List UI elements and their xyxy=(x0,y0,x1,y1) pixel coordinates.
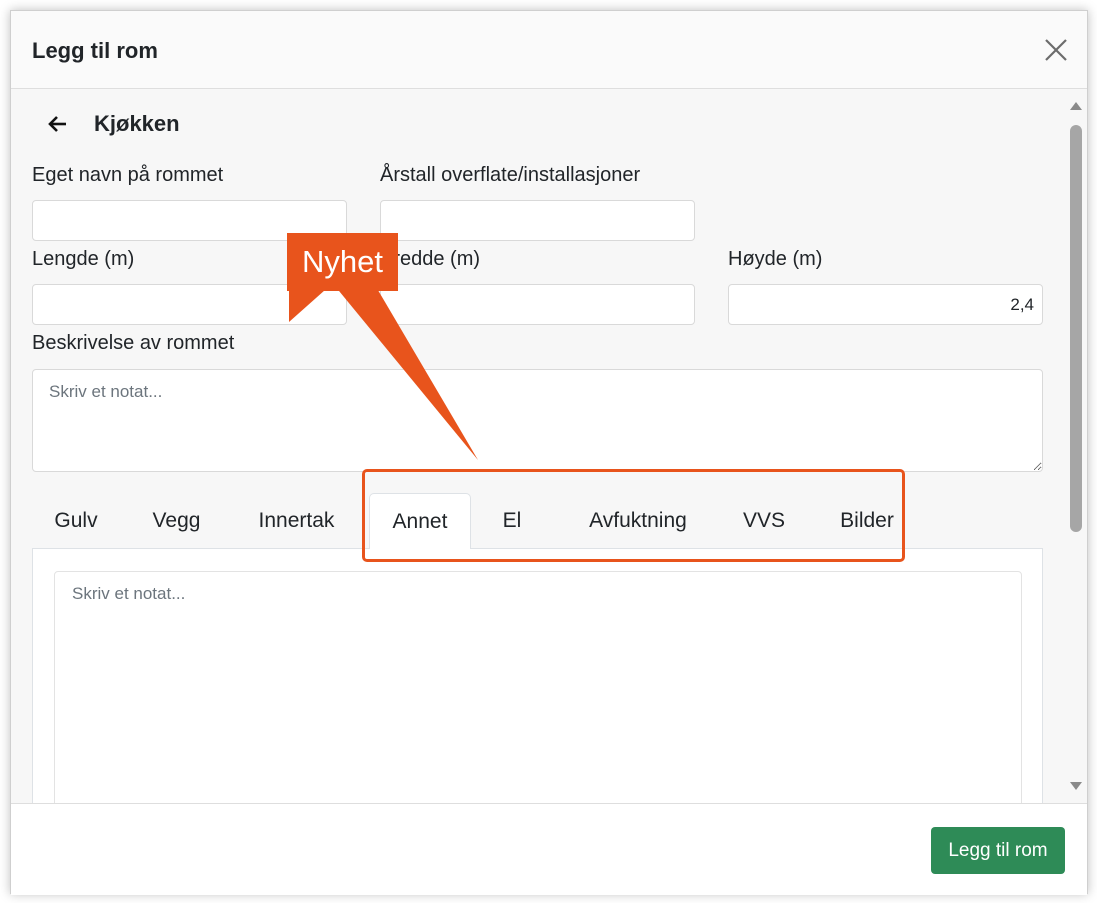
width-input[interactable] xyxy=(380,284,695,325)
room-category-tabs: Gulv Vegg Innertak Annet El Avfuktning V… xyxy=(32,493,1043,550)
add-room-button[interactable]: Legg til rom xyxy=(931,827,1065,874)
tab-el[interactable]: El xyxy=(490,493,534,549)
tab-avfuktning[interactable]: Avfuktning xyxy=(567,493,709,549)
width-label: Bredde (m) xyxy=(380,248,481,270)
add-room-dialog: Legg til rom Kjøkken Eget navn på rommet xyxy=(10,10,1089,895)
tab-annet[interactable]: Annet xyxy=(369,493,471,550)
tab-innertak[interactable]: Innertak xyxy=(240,493,353,549)
description-textarea[interactable] xyxy=(32,369,1043,472)
arrow-left-icon xyxy=(48,116,66,132)
close-icon xyxy=(1045,39,1067,61)
dialog-header: Legg til rom xyxy=(11,11,1087,89)
back-button[interactable] xyxy=(47,113,69,135)
tab-vvs[interactable]: VVS xyxy=(732,493,796,549)
custom-name-label: Eget navn på rommet xyxy=(32,164,224,186)
tab-vegg[interactable]: Vegg xyxy=(130,493,223,549)
tab-note-textarea[interactable] xyxy=(54,571,1022,803)
description-label: Beskrivelse av rommet xyxy=(32,332,235,354)
dialog-body: Kjøkken Eget navn på rommet Årstall over… xyxy=(11,89,1089,803)
dialog-title: Legg til rom xyxy=(32,38,158,63)
length-input[interactable] xyxy=(32,284,347,325)
dialog-footer: Legg til rom xyxy=(11,803,1087,895)
year-input[interactable] xyxy=(380,200,695,241)
room-type-title: Kjøkken xyxy=(94,111,180,136)
tab-bilder[interactable]: Bilder xyxy=(824,493,910,549)
height-label: Høyde (m) xyxy=(728,248,823,270)
tab-content-panel xyxy=(32,549,1043,803)
height-input[interactable] xyxy=(728,284,1043,325)
scroll-up-arrow-icon[interactable] xyxy=(1069,101,1083,111)
length-label: Lengde (m) xyxy=(32,248,135,270)
custom-name-input[interactable] xyxy=(32,200,347,241)
close-button[interactable] xyxy=(1041,35,1071,65)
scroll-down-arrow-icon[interactable] xyxy=(1069,781,1083,791)
scrollbar-thumb[interactable] xyxy=(1070,125,1082,532)
year-label: Årstall overflate/installasjoner xyxy=(380,164,641,186)
tab-gulv[interactable]: Gulv xyxy=(32,493,120,549)
